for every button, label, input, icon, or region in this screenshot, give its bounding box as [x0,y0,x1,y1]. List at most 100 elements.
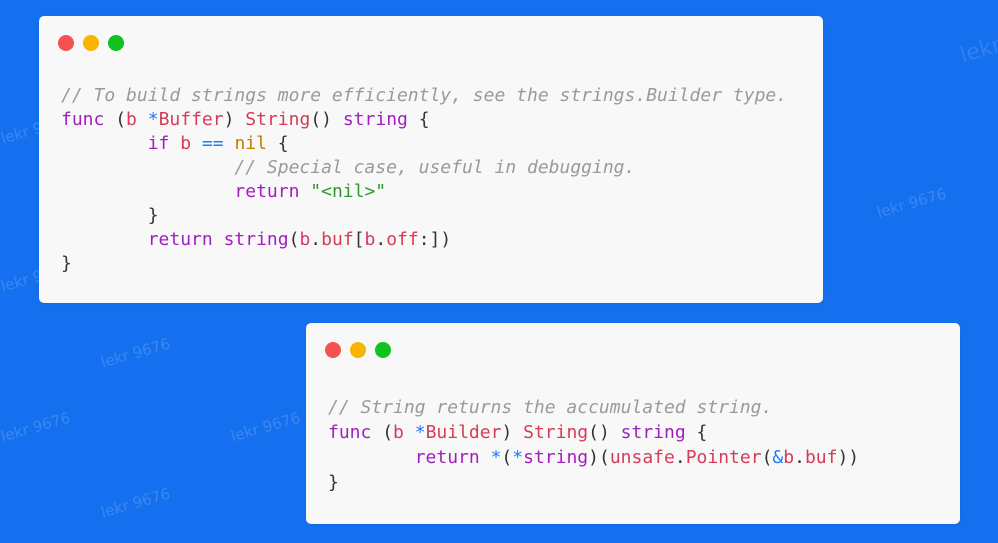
code-token: if [147,133,170,154]
code-token: off [386,229,419,250]
code-line: func (b *Buffer) String() string { [61,108,787,132]
code-token: ) [501,422,524,443]
code-token: } [61,205,159,226]
code-token: { [407,109,430,130]
code-token: () [310,109,343,130]
code-token: buf [804,447,838,468]
minimize-icon[interactable] [83,35,99,51]
code-token: Buffer [158,109,224,130]
close-icon[interactable] [58,35,74,51]
code-token: ( [382,422,394,443]
code-token: string [342,109,408,130]
code-token: ) [223,109,246,130]
code-line: } [61,252,787,276]
close-icon[interactable] [325,342,341,358]
code-line: if b == nil { [61,132,787,156]
code-token: * [414,422,426,443]
code-token: * [490,447,502,468]
code-token: func [61,109,105,130]
maximize-icon[interactable] [108,35,124,51]
code-token: } [328,472,339,493]
watermark-text: lekr 9676 [0,408,73,446]
code-token: string [523,447,589,468]
watermark-text: lekr 9676 [98,484,173,522]
maximize-icon[interactable] [375,342,391,358]
code-token: b [364,229,376,250]
code-token: . [375,229,387,250]
code-token: func [328,422,372,443]
code-token: { [685,422,708,443]
code-token: ( [501,447,513,468]
code-token: [ [353,229,365,250]
code-token: buf [321,229,354,250]
code-token: & [772,447,784,468]
watermark-text: lekr [957,32,998,69]
code-line: return *(*string)(unsafe.Pointer(&b.buf)… [328,445,859,470]
code-token: * [147,109,159,130]
code-token: // To build strings more efficiently, se… [61,85,788,106]
watermark-text: lekr 9676 [228,408,303,446]
code-token: nil [234,133,267,154]
code-token: () [588,422,621,443]
code-token: unsafe [609,447,675,468]
minimize-icon[interactable] [350,342,366,358]
code-block: // String returns the accumulated string… [328,395,859,495]
code-token: b [783,447,795,468]
code-line: return "<nil>" [61,180,787,204]
code-token: ( [288,229,300,250]
code-token: // String returns the accumulated string… [328,397,773,418]
code-token: == [201,133,224,154]
code-token: { [266,133,289,154]
code-block: // To build strings more efficiently, se… [61,84,787,276]
code-token: ( [761,447,773,468]
code-token: . [674,447,686,468]
code-token: :]) [418,229,452,250]
code-token: )) [837,447,860,468]
window-controls [325,342,391,358]
code-token: b [126,109,137,130]
code-line: } [328,470,859,495]
code-token: } [61,253,72,274]
code-line: // String returns the accumulated string… [328,395,859,420]
code-token: "<nil>" [310,181,387,202]
code-token: b [393,422,404,443]
code-token: String [523,422,589,443]
code-line: } [61,204,787,228]
watermark-text: lekr 9676 [98,334,173,372]
code-token: )( [588,447,610,468]
code-token: Pointer [685,447,762,468]
code-line: // To build strings more efficiently, se… [61,84,787,108]
code-token: // Special case, useful in debugging. [234,157,636,178]
watermark-text: lekr 9676 [874,184,949,222]
code-token: return [147,229,213,250]
code-token: ( [115,109,127,130]
code-token: string [620,422,686,443]
code-token: * [512,447,524,468]
code-token: . [310,229,322,250]
code-token: return [414,447,480,468]
code-line: func (b *Builder) String() string { [328,420,859,445]
code-token: return [234,181,300,202]
code-token: string [223,229,289,250]
code-token: String [245,109,311,130]
code-line: return string(b.buf[b.off:]) [61,228,787,252]
window-controls [58,35,124,51]
code-window-builder: // String returns the accumulated string… [306,323,960,524]
code-line: // Special case, useful in debugging. [61,156,787,180]
code-token: . [794,447,805,468]
